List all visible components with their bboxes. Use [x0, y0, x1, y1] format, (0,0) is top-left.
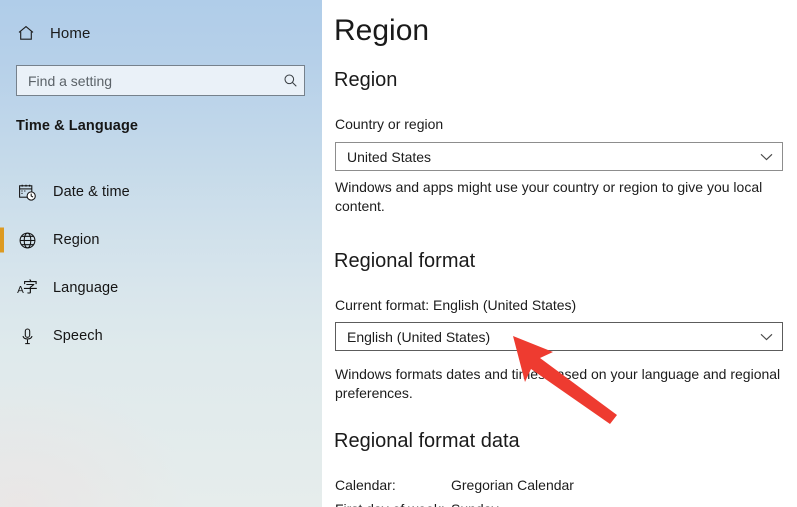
page-title: Region [334, 14, 430, 47]
country-or-region-label: Country or region [335, 116, 444, 132]
search-icon[interactable] [276, 66, 304, 95]
sidebar-item-label: Region [53, 232, 100, 248]
sidebar-item-region[interactable]: Region [0, 216, 322, 264]
home-icon [16, 23, 36, 43]
data-row: Calendar: Gregorian Calendar [335, 477, 775, 493]
search-input[interactable] [17, 66, 276, 95]
settings-main-content: Region Region Country or region United S… [322, 0, 797, 507]
regional-format-value: English (United States) [347, 328, 491, 345]
settings-sidebar: Home Time & Language [0, 0, 322, 507]
section-heading-regional-format-data: Regional format data [334, 430, 520, 452]
globe-icon [16, 229, 38, 251]
country-or-region-dropdown[interactable]: United States [335, 142, 783, 171]
selection-indicator [0, 227, 4, 253]
data-row-key: First day of week: [335, 501, 451, 507]
language-characters-icon: A字 [17, 279, 38, 296]
microphone-icon [16, 325, 38, 347]
sidebar-item-home[interactable]: Home [0, 17, 322, 49]
sidebar-nav: Date & time Region A字 Language Speech [0, 168, 322, 360]
section-heading-regional-format: Regional format [334, 250, 476, 272]
data-row-value: Gregorian Calendar [451, 477, 574, 493]
regional-format-description: Windows formats dates and times based on… [335, 366, 781, 401]
sidebar-item-label: Language [53, 280, 119, 296]
settings-window: Home Time & Language [0, 0, 797, 507]
home-label: Home [50, 24, 91, 42]
country-or-region-value: United States [347, 148, 432, 165]
sidebar-item-label: Speech [53, 328, 103, 344]
data-row-key: Calendar: [335, 477, 396, 493]
data-row-value: Sunday [451, 501, 775, 507]
section-heading-region: Region [334, 69, 398, 91]
sidebar-item-label: Date & time [53, 184, 130, 200]
sidebar-category-title: Time & Language [16, 118, 139, 134]
chevron-down-icon[interactable] [750, 153, 782, 161]
chevron-down-icon[interactable] [750, 333, 782, 341]
calendar-clock-icon [16, 181, 38, 203]
sidebar-item-speech[interactable]: Speech [0, 312, 322, 360]
search-setting-box[interactable] [16, 65, 305, 96]
regional-format-dropdown[interactable]: English (United States) [335, 322, 783, 351]
sidebar-item-language[interactable]: A字 Language [0, 264, 322, 312]
country-or-region-description: Windows and apps might use your country … [335, 179, 763, 214]
current-format-label: Current format: English (United States) [335, 297, 577, 313]
data-row: First day of week: Sunday [335, 501, 775, 507]
sidebar-item-date-time[interactable]: Date & time [0, 168, 322, 216]
